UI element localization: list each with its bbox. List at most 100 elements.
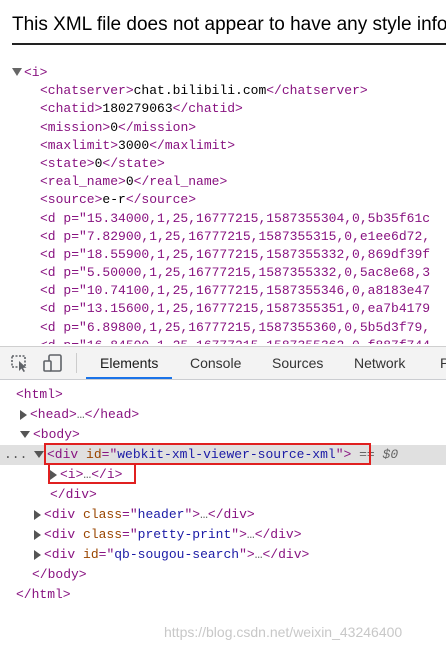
div-open-tag: <div: [44, 527, 76, 542]
node-actions-dots[interactable]: ...: [4, 445, 27, 465]
xml-child-line: <chatid>180279063</chatid>: [0, 100, 446, 118]
xml-text: e-r: [102, 192, 126, 208]
div-close-tag: </div>: [262, 547, 310, 562]
xml-open-tag: <d p=": [40, 319, 87, 335]
xml-open-tag: <maxlimit>: [40, 137, 119, 153]
i-close-tag: </i>: [91, 467, 123, 482]
collapse-arrow-icon[interactable]: [20, 431, 30, 439]
xml-open-tag: <state>: [40, 155, 95, 171]
dom-node-i[interactable]: <i>…</i>: [0, 465, 446, 485]
xml-text: 13.15600,1,25,16777215,1587355351,0,ea7b…: [86, 301, 431, 317]
elements-dom-tree: <html> <head>…</head> <body> ... <div id…: [0, 381, 446, 652]
xml-text: 7.82900,1,25,16777215,1587355315,0,e1ee6…: [86, 228, 431, 244]
xml-child-line: <d p="7.82900,1,25,16777215,1587355315,0…: [0, 228, 446, 246]
xml-root-node[interactable]: <i>: [0, 64, 446, 82]
head-ellipsis: …: [76, 407, 85, 422]
xml-open-tag: <d p=": [40, 246, 87, 262]
xml-child-line: <d p="13.15600,1,25,16777215,1587355351,…: [0, 300, 446, 318]
xml-viewer-header: This XML file does not appear to have an…: [0, 0, 446, 52]
xml-child-line: <chatserver>chat.bilibili.com</chatserve…: [0, 82, 446, 100]
attr-name: class: [83, 507, 123, 522]
xml-close-tag: </mission>: [118, 119, 197, 135]
xml-child-line: <d p="15.34000,1,25,16777215,1587355304,…: [0, 210, 446, 228]
xml-child-line: <mission>0</mission>: [0, 119, 446, 137]
xml-child-line: <d p="18.55900,1,25,16777215,1587355332,…: [0, 246, 446, 264]
toolbar-separator: [76, 353, 77, 373]
xml-open-tag: <mission>: [40, 119, 111, 135]
attr-value: pretty-print: [137, 527, 232, 542]
dom-node-html-close[interactable]: </html>: [0, 585, 446, 605]
xml-open-tag: <chatserver>: [40, 83, 134, 99]
tab-console[interactable]: Console: [190, 347, 241, 379]
head-close-tag: </head>: [84, 407, 140, 422]
tab-network[interactable]: Network: [354, 347, 405, 379]
dom-node-body-close[interactable]: </body>: [0, 565, 446, 585]
dom-node-body[interactable]: <body>: [0, 425, 446, 445]
xml-child-line: <maxlimit>3000</maxlimit>: [0, 137, 446, 155]
watermark: https://blog.csdn.net/weixin_43246400: [164, 624, 403, 640]
tab-performance[interactable]: P: [440, 347, 446, 379]
div-open-tag: <div: [47, 447, 79, 462]
attr-value: webkit-xml-viewer-source-xml: [117, 447, 336, 462]
dom-node-div-pretty-print[interactable]: <div class="pretty-print">…</div>: [0, 525, 446, 545]
header-divider: [12, 43, 446, 45]
attr-equals: =": [101, 447, 118, 462]
i-open-tag: <i>: [60, 467, 84, 482]
dom-node-div-sougou[interactable]: <div id="qb-sougou-search">…</div>: [0, 545, 446, 565]
xml-text: 180279063: [102, 101, 173, 117]
xml-text: 10.74100,1,25,16777215,1587355346,0,a818…: [86, 283, 431, 299]
div-close-tag: </div>: [254, 527, 302, 542]
collapse-triangle-icon[interactable]: [12, 68, 22, 76]
xml-open-tag: <d p=": [40, 283, 87, 299]
expand-arrow-icon[interactable]: [20, 409, 27, 420]
attr-value: header: [137, 507, 185, 522]
div-close-tag: </div>: [207, 507, 255, 522]
xml-open-tag: <chatid>: [40, 101, 103, 117]
expand-arrow-icon[interactable]: [34, 509, 41, 520]
dom-node-selected-div[interactable]: ... <div id="webkit-xml-viewer-source-xm…: [0, 445, 446, 465]
head-open-tag: <head>: [30, 407, 77, 422]
xml-text: chat.bilibili.com: [133, 83, 267, 99]
console-ref: == $0: [359, 447, 399, 462]
xml-text: 15.34000,1,25,16777215,1587355304,0,5b35…: [86, 210, 431, 226]
inspect-element-icon[interactable]: [10, 353, 32, 373]
xml-tree: <i> <chatserver>chat.bilibili.com</chats…: [0, 64, 446, 344]
tab-elements[interactable]: Elements: [85, 347, 173, 379]
attr-name: id: [83, 547, 99, 562]
expand-arrow-icon[interactable]: [50, 469, 57, 480]
dom-node-div-close[interactable]: </div>: [0, 485, 446, 505]
xml-child-line: <state>0</state>: [0, 155, 446, 173]
xml-child-line: <d p="6.89800,1,25,16777215,1587355360,0…: [0, 319, 446, 337]
xml-child-line: <d p="5.50000,1,25,16777215,1587355332,0…: [0, 264, 446, 282]
xml-child-line: <real_name>0</real_name>: [0, 173, 446, 191]
xml-close-tag: </state>: [102, 155, 165, 171]
xml-open-tag: <real_name>: [40, 174, 126, 190]
devtools-toolbar: Elements Console Sources Network P: [0, 347, 446, 380]
div-ellipsis: …: [200, 507, 208, 522]
attr-name: class: [83, 527, 123, 542]
xml-close-tag: </real_name>: [133, 174, 228, 190]
xml-text: 0: [125, 174, 134, 190]
xml-text: 0: [110, 119, 119, 135]
expand-arrow-icon[interactable]: [34, 549, 41, 560]
xml-text: 3000: [118, 137, 150, 153]
dom-node-div-header[interactable]: <div class="header">…</div>: [0, 505, 446, 525]
xml-child-line: <d p="10.74100,1,25,16777215,1587355346,…: [0, 282, 446, 300]
expand-arrow-icon[interactable]: [34, 529, 41, 540]
device-toolbar-icon[interactable]: [42, 353, 64, 373]
dom-node-html[interactable]: <html>: [0, 385, 446, 405]
div-open-tag-end: ">: [335, 447, 352, 462]
div-open-tag: <div: [44, 547, 76, 562]
xml-close-tag: </source>: [125, 192, 197, 208]
attr-value: qb-sougou-search: [114, 547, 240, 562]
xml-open-tag: <d p=": [40, 338, 87, 344]
collapse-arrow-icon[interactable]: [34, 451, 44, 459]
xml-text: 18.55900,1,25,16777215,1587355332,0,869d…: [86, 246, 431, 262]
tab-sources[interactable]: Sources: [272, 347, 323, 379]
xml-close-tag: </chatid>: [172, 101, 243, 117]
xml-open-tag: <d p=": [40, 301, 87, 317]
no-style-message: This XML file does not appear to have an…: [12, 14, 446, 35]
devtools-panel: Elements Console Sources Network P <html…: [0, 346, 446, 652]
xml-child-line: <source>e-r</source>: [0, 191, 446, 209]
dom-node-head[interactable]: <head>…</head>: [0, 405, 446, 425]
